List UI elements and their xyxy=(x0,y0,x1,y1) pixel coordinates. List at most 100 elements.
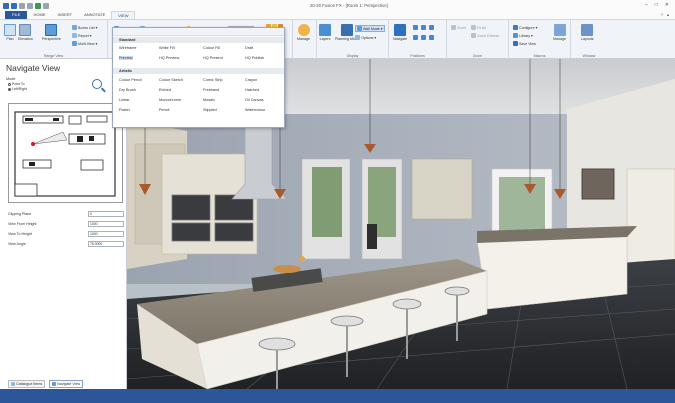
fit-all-button[interactable]: Fit All xyxy=(471,25,486,30)
render-mode-monochrome[interactable]: Monochrome xyxy=(159,98,181,102)
render-mode-hq-present[interactable]: HQ Present xyxy=(203,56,223,60)
render-mode-wireframe[interactable]: Wireframe xyxy=(119,46,137,50)
window-controls: – □ ✕ xyxy=(645,2,669,8)
render-mode-linear[interactable]: Linear xyxy=(119,98,130,102)
display-group: Layers Planning Mode Wall Mode ▾ Options… xyxy=(317,20,389,59)
manage-group: Manage xyxy=(293,20,317,59)
tab-catalogue-items[interactable]: Catalogue Items xyxy=(8,380,46,388)
navigate-button[interactable]: Navigate xyxy=(393,24,407,41)
ribbon-tabs: FILE HOME INSERT ANNOTATE VIEW xyxy=(0,11,675,20)
tab-view[interactable]: VIEW xyxy=(111,11,136,19)
elevation-button[interactable]: Elevation xyxy=(18,24,33,41)
maximize-button[interactable]: □ xyxy=(655,2,658,8)
radio-dot-icon xyxy=(8,82,11,86)
render-mode-pastel[interactable]: Pastel xyxy=(119,108,130,112)
render-mode-hatched[interactable]: Hatched xyxy=(245,88,259,92)
zoom-extents-button[interactable]: Zoom Extents xyxy=(471,33,499,38)
render-mode-freehand[interactable]: Freehand xyxy=(203,88,219,92)
print-icon[interactable] xyxy=(35,2,41,9)
mode-left-right-radio[interactable]: Left/Right xyxy=(8,87,27,91)
perspective-button[interactable]: Perspective xyxy=(42,24,61,41)
manage-button[interactable]: Manage xyxy=(297,24,310,41)
plan-icon xyxy=(4,24,16,36)
wall-mode-button[interactable]: Wall Mode ▾ xyxy=(355,25,385,32)
render-mode-oil-canvas[interactable]: Oil Canvas xyxy=(245,98,264,102)
tilt-icon[interactable] xyxy=(429,35,434,40)
plan-navigator[interactable] xyxy=(8,103,123,203)
render-mode-stippled[interactable]: Stippled xyxy=(203,108,217,112)
range-view-label: Range View xyxy=(43,54,64,58)
view-from-height-input[interactable]: 1000 xyxy=(88,221,124,227)
close-button[interactable]: ✕ xyxy=(665,2,669,8)
render-mode-watercolour[interactable]: Watercolour xyxy=(245,108,265,112)
perspective-icon xyxy=(45,24,58,36)
navigate-view-pane: Navigate View Mode Point To Left/Right C… xyxy=(0,59,127,389)
clipping-plane-input[interactable]: 0 xyxy=(88,211,124,217)
magnifier-icon[interactable] xyxy=(92,79,102,89)
clipping-plane-row: Clipping Plane 0 xyxy=(8,210,126,218)
render-mode-hq-publish[interactable]: HQ Publish xyxy=(245,56,264,60)
move-left-icon[interactable] xyxy=(413,35,418,40)
move-right-icon[interactable] xyxy=(421,35,426,40)
tab-navigate-view[interactable]: Navigate View xyxy=(49,380,84,388)
pane-tabs: Catalogue Items Navigate View xyxy=(8,380,84,388)
render-mode-dry-brush[interactable]: Dry Brush xyxy=(119,88,136,92)
tab-insert[interactable]: INSERT xyxy=(51,11,78,19)
app-logo-icon[interactable] xyxy=(3,2,9,9)
report-button[interactable]: Report ▾ xyxy=(72,33,92,38)
save-view-icon xyxy=(513,41,518,46)
view-angle-input[interactable]: 75.0000 xyxy=(88,241,124,247)
artistic-section: Artistic xyxy=(113,68,284,74)
manage-icon xyxy=(297,24,310,36)
help-icon[interactable]: ? xyxy=(661,12,663,17)
render-mode-draft[interactable]: Draft xyxy=(245,46,253,50)
macros-manage-button[interactable]: Manage xyxy=(553,24,566,41)
save-view-button[interactable]: Save View xyxy=(513,41,536,46)
move-up-icon[interactable] xyxy=(413,25,418,30)
layouts-icon xyxy=(581,24,594,36)
position-arrows xyxy=(413,25,434,30)
layers-button[interactable]: Layers xyxy=(319,24,331,41)
report-icon xyxy=(72,33,77,38)
options-button[interactable]: Options ▾ xyxy=(355,35,376,40)
render-mode-pencil[interactable]: Pencil xyxy=(159,108,169,112)
wall-mode-icon xyxy=(357,26,362,31)
rotate-icon[interactable] xyxy=(429,25,434,30)
mode-point-to-radio[interactable]: Point To xyxy=(8,82,25,86)
plan-button[interactable]: Plan xyxy=(4,24,16,41)
render-mode-comic-strip[interactable]: Comic Strip xyxy=(203,78,223,82)
render-mode-etched[interactable]: Etched xyxy=(159,88,171,92)
zoom-label: Zoom xyxy=(472,54,483,58)
layouts-button[interactable]: Layouts xyxy=(581,24,594,41)
zoom-button[interactable]: Zoom xyxy=(451,25,466,30)
render-mode-preview[interactable]: Preview xyxy=(119,56,133,60)
macros-label: Macros xyxy=(533,54,546,58)
render-mode-mosaic[interactable]: Mosaic xyxy=(203,98,215,102)
render-mode-crayon[interactable]: Crayon xyxy=(245,78,257,82)
render-mode-colour-sketch[interactable]: Colour Sketch xyxy=(159,78,183,82)
render-mode-hq-preview[interactable]: HQ Preview xyxy=(159,56,179,60)
floor-plan-drawing[interactable] xyxy=(9,104,124,204)
tab-home[interactable]: HOME xyxy=(27,11,51,19)
tab-annotate[interactable]: ANNOTATE xyxy=(78,11,111,19)
zoom-icon xyxy=(451,25,456,30)
move-down-icon[interactable] xyxy=(421,25,426,30)
render-mode-colour-pencil[interactable]: Colour Pencil xyxy=(119,78,142,82)
boxes-list-button[interactable]: Boxes List ▾ xyxy=(72,25,97,30)
save-icon[interactable] xyxy=(11,2,17,9)
multi-view-button[interactable]: Multi-View ▾ xyxy=(72,41,97,46)
render-mode-white-fill[interactable]: White Fill xyxy=(159,46,175,50)
view-to-height-input[interactable]: 1000 xyxy=(88,231,124,237)
redo-icon[interactable] xyxy=(27,2,33,9)
ribbon-collapse-icon[interactable]: ▴ xyxy=(667,12,669,17)
navigate-icon xyxy=(394,24,407,36)
fit-all-icon xyxy=(471,25,476,30)
render-mode-colour-fill[interactable]: Colour Fill xyxy=(203,46,220,50)
macros-group: Configure ▾ Library ▾ Save View Manage M… xyxy=(509,20,571,59)
configure-button[interactable]: Configure ▾ xyxy=(513,25,537,30)
library-button[interactable]: Library ▾ xyxy=(513,33,533,38)
options-icon[interactable] xyxy=(43,2,49,9)
undo-icon[interactable] xyxy=(19,2,25,9)
minimize-button[interactable]: – xyxy=(645,2,648,8)
tab-file[interactable]: FILE xyxy=(5,11,28,19)
